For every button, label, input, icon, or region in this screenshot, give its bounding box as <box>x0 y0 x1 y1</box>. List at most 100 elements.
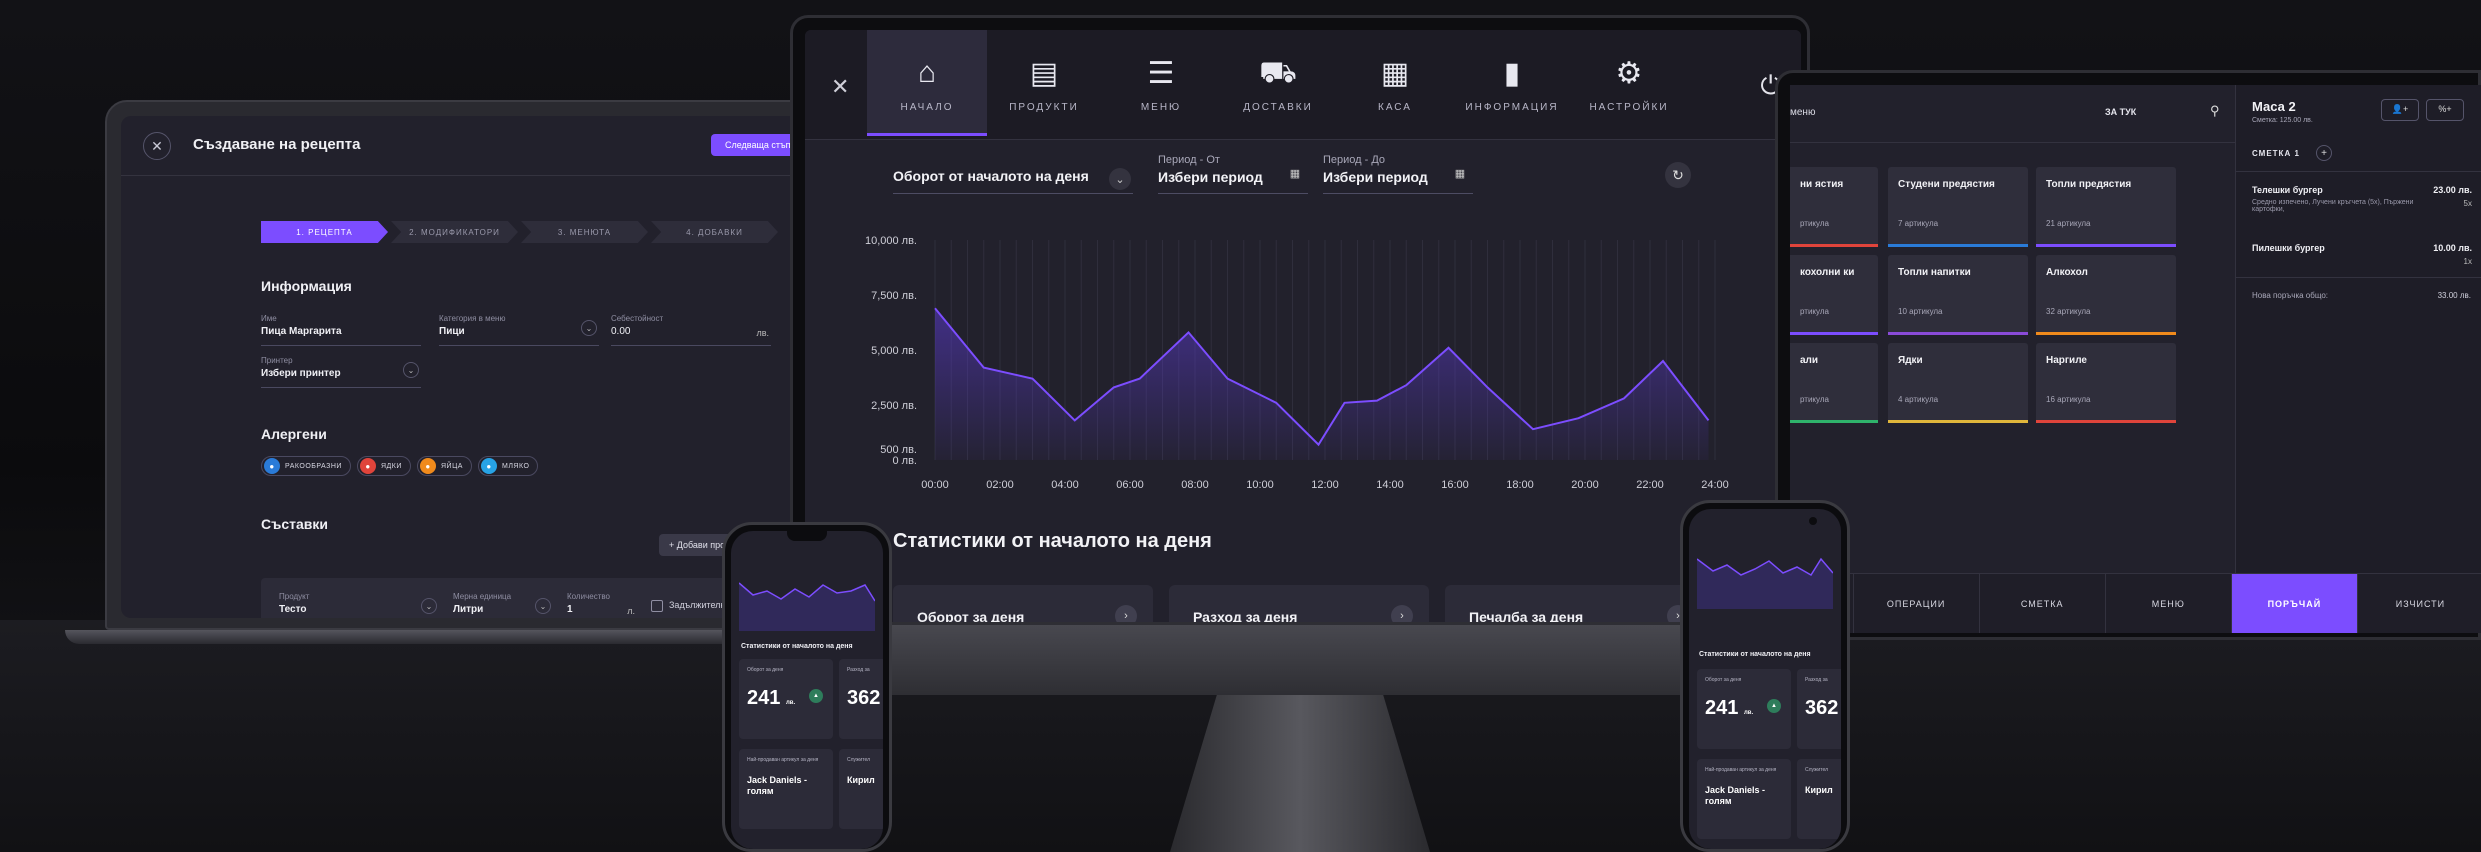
phone-expense-card[interactable]: Разход за 362 <box>839 659 883 739</box>
nav-item-label: КАСА <box>1378 102 1412 113</box>
menu-search-label: меню <box>1790 107 1816 118</box>
takeaway-toggle[interactable]: ЗА ТУК <box>2105 107 2136 117</box>
quantity-field[interactable]: Количество 1 л. <box>567 592 637 618</box>
menu-category-tile[interactable]: али ртикула <box>1790 343 1878 423</box>
clear-button[interactable]: ИЗЧИСТИ <box>2358 574 2481 633</box>
category-count: 32 артикула <box>2046 307 2091 316</box>
tablet-device: меню ЗА ТУК ⚲ ни ястия ртикула Студени пре… <box>1775 70 2481 640</box>
operations-button[interactable]: ОПЕРАЦИИ <box>1854 574 1980 633</box>
nav-item-4[interactable]: ▦ КАСА <box>1335 30 1455 136</box>
order-item[interactable]: Телешки бургер 23.00 лв. Средно изпечено… <box>2252 185 2472 213</box>
stat-card-expense[interactable]: Разход за деня › <box>1169 585 1429 622</box>
trend-up-icon: ▲ <box>1767 699 1781 713</box>
menu-category-tile[interactable]: Топли напитки 10 артикула <box>1888 255 2028 335</box>
bill-button[interactable]: СМЕТКА <box>1980 574 2106 633</box>
order-item-price: 23.00 лв. <box>2433 185 2472 195</box>
menu-category-tile[interactable]: кохолни ки ртикула <box>1790 255 1878 335</box>
name-field[interactable]: Име Пица Маргарита <box>261 314 421 346</box>
x-tick-label: 02:00 <box>986 479 1014 490</box>
add-bill-icon[interactable]: + <box>2316 145 2332 161</box>
allergen-chip[interactable]: ● ЯДКИ <box>357 456 411 476</box>
phone-card-unit: лв. <box>1743 710 1754 716</box>
add-guest-button[interactable]: 👤+ <box>2381 99 2419 121</box>
close-icon[interactable]: ✕ <box>143 132 171 160</box>
bill-tab[interactable]: СМЕТКА 1 <box>2252 149 2300 158</box>
x-tick-label: 16:00 <box>1441 479 1469 490</box>
menu-category-tile[interactable]: ни ястия ртикула <box>1790 167 1878 247</box>
category-value: Пици <box>439 326 465 337</box>
nav-item-5[interactable]: ▮ ИНФОРМАЦИЯ <box>1452 30 1572 136</box>
required-checkbox[interactable] <box>651 600 663 612</box>
product-field[interactable]: Продукт Тесто ⌄ <box>279 592 439 618</box>
phone-card-value: 241 лв. <box>747 687 795 710</box>
printer-label: Принтер <box>261 356 293 365</box>
category-count: 7 артикула <box>1898 219 1939 228</box>
phone-card-value: Кирил <box>1805 785 1833 795</box>
menu-category-tile[interactable]: Алкохол 32 артикула <box>2036 255 2176 335</box>
period-from-field[interactable]: Период - От Избери период ▦ <box>1158 154 1308 194</box>
name-value: Пица Маргарита <box>261 326 342 337</box>
stat-card-profit[interactable]: Печалба за деня › <box>1445 585 1705 622</box>
phone-employee-card[interactable]: Служител Кирил <box>839 749 883 829</box>
menu-button[interactable]: МЕНЮ <box>2106 574 2232 633</box>
step-extras[interactable]: 4. ДОБАВКИ <box>651 221 778 243</box>
category-color-bar <box>1790 332 1878 335</box>
order-button[interactable]: ПОРЪЧАЙ <box>2231 574 2358 633</box>
phone-turnover-card[interactable]: Оборот за деня 241 лв. ▲ <box>1697 669 1791 749</box>
allergens-section-title: Алергени <box>261 426 327 442</box>
step-recipe[interactable]: 1. РЕЦЕПТА <box>261 221 388 243</box>
x-tick-label: 20:00 <box>1571 479 1599 490</box>
phone-expense-card[interactable]: Разход за 362 <box>1797 669 1841 749</box>
y-tick-label: 7,500 лв. <box>871 290 917 302</box>
x-tick-label: 10:00 <box>1246 479 1274 490</box>
search-icon[interactable]: ⚲ <box>2210 103 2220 119</box>
unit-field[interactable]: Мерна единица Литри ⌄ <box>453 592 553 618</box>
discount-button[interactable]: %+ <box>2426 99 2464 121</box>
period-to-field[interactable]: Период - До Избери период ▦ <box>1323 154 1473 194</box>
nav-item-2[interactable]: ☰ МЕНЮ <box>1101 30 1221 136</box>
category-color-bar <box>1888 332 2028 335</box>
phone-card-label: Служител <box>847 757 870 763</box>
order-item[interactable]: Пилешки бургер 10.00 лв. 1x <box>2252 243 2472 266</box>
phone-card-value: Jack Daniels - голям <box>747 775 808 796</box>
tablet-bezel: меню ЗА ТУК ⚲ ни ястия ртикула Студени пре… <box>1775 70 2481 640</box>
phone-employee-card[interactable]: Служител Кирил <box>1797 759 1841 839</box>
main-nav: ✕ ⌂ НАЧАЛО ▤ ПРОДУКТИ ☰ МЕНЮ ⛟ ДОСТАВКИ ▦ КАСА ▮ ИН… <box>805 30 1801 140</box>
menu-category-tile[interactable]: Ядки 4 артикула <box>1888 343 2028 423</box>
monitor-device: ✕ ⌂ НАЧАЛО ▤ ПРОДУКТИ ☰ МЕНЮ ⛟ ДОСТАВКИ ▦ КАСА ▮ ИН… <box>790 15 1810 852</box>
x-tick-label: 14:00 <box>1376 479 1404 490</box>
phone-bestseller-card[interactable]: Най-продаван артикул за деня Jack Daniel… <box>1697 759 1791 839</box>
stat-card-turnover[interactable]: Оборот за деня › <box>893 585 1153 622</box>
allergen-icon: ● <box>360 458 376 474</box>
menu-category-tile[interactable]: Студени предястия 7 артикула <box>1888 167 2028 247</box>
printer-field[interactable]: Принтер Избери принтер ⌄ <box>261 356 421 388</box>
phone-bestseller-card[interactable]: Най-продаван артикул за деня Jack Daniel… <box>739 749 833 829</box>
category-name: кохолни ки <box>1800 267 1855 278</box>
printer-value: Избери принтер <box>261 368 341 379</box>
order-panel: Маса 2 Сметка: 125.00 лв. 👤+ %+ СМЕТКА 1… <box>2235 85 2481 573</box>
nav-item-3[interactable]: ⛟ ДОСТАВКИ <box>1218 30 1338 136</box>
close-icon[interactable]: ✕ <box>831 74 849 100</box>
step-modifiers[interactable]: 2. МОДИФИКАТОРИ <box>391 221 518 243</box>
refresh-icon[interactable]: ↻ <box>1665 162 1691 188</box>
step-menus[interactable]: 3. МЕНЮТА <box>521 221 648 243</box>
cost-field[interactable]: Себестойност 0.00 лв. <box>611 314 771 346</box>
nav-item-1[interactable]: ▤ ПРОДУКТИ <box>984 30 1104 136</box>
quantity-label: Количество <box>567 592 610 601</box>
allergen-chip[interactable]: ● МЛЯКО <box>478 456 539 476</box>
bar-chart-icon: ▮ <box>1503 57 1521 90</box>
nav-item-0[interactable]: ⌂ НАЧАЛО <box>867 30 987 136</box>
category-name: Наргиле <box>2046 355 2087 366</box>
allergen-label: ЯДКИ <box>381 462 402 470</box>
menu-category-tile[interactable]: Наргиле 16 артикула <box>2036 343 2176 423</box>
nav-item-6[interactable]: ⚙ НАСТРОЙКИ <box>1569 30 1689 136</box>
turnover-select[interactable]: Оборот от началото на деня ⌄ <box>893 160 1133 194</box>
cost-unit: лв. <box>756 328 769 338</box>
menu-category-tile[interactable]: Топли предястия 21 артикула <box>2036 167 2176 247</box>
phone-card-value: 362 <box>1805 697 1839 719</box>
category-name: ни ястия <box>1800 179 1844 190</box>
allergen-chip[interactable]: ● РАКООБРАЗНИ <box>261 456 351 476</box>
category-field[interactable]: Категория в меню Пици ⌄ <box>439 314 599 346</box>
phone-turnover-card[interactable]: Оборот за деня 241 лв. ▲ <box>739 659 833 739</box>
allergen-chip[interactable]: ● ЯЙЦА <box>417 456 472 476</box>
